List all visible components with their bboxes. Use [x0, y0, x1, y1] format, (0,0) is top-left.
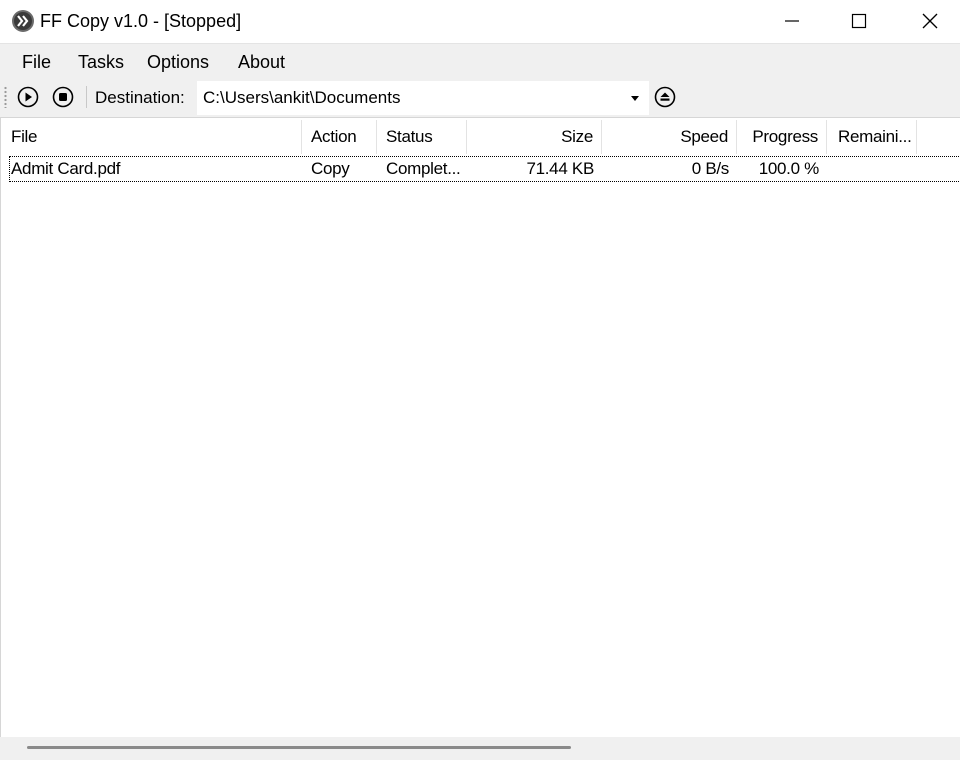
toolbar: Destination: [0, 79, 960, 117]
scrollbar-thumb[interactable] [27, 746, 571, 749]
maximize-icon [851, 13, 867, 29]
column-header-status[interactable]: Status [378, 118, 466, 156]
minimize-icon [785, 20, 799, 22]
eject-icon [654, 86, 676, 108]
column-header-size[interactable]: Size [467, 118, 601, 156]
cell-action: Copy [311, 159, 350, 178]
cell-progress: 100.0 % [758, 159, 820, 178]
cell-size: 71.44 KB [526, 159, 594, 178]
column-divider[interactable] [826, 120, 827, 154]
eject-button[interactable] [654, 86, 676, 108]
list-header: File Action Status Size Speed Progress R… [1, 118, 960, 156]
column-divider[interactable] [376, 120, 377, 154]
column-header-file[interactable]: File [3, 118, 301, 156]
window-title: FF Copy v1.0 - [Stopped] [40, 11, 242, 31]
dropdown-arrow-icon[interactable] [631, 96, 639, 101]
start-button[interactable] [17, 86, 39, 108]
maximize-button[interactable] [823, 0, 895, 42]
column-header-speed[interactable]: Speed [602, 118, 736, 156]
toolbar-grip[interactable] [4, 86, 7, 108]
destination-combobox[interactable] [197, 81, 649, 115]
menu-file[interactable]: File [21, 50, 52, 74]
column-divider[interactable] [916, 120, 917, 154]
destination-input[interactable] [203, 87, 623, 109]
stop-button[interactable] [52, 86, 74, 108]
minimize-button[interactable] [756, 0, 828, 42]
menu-options[interactable]: Options [146, 50, 210, 74]
cell-status: Complet... [386, 159, 461, 178]
close-button[interactable] [894, 0, 960, 42]
close-icon [922, 13, 938, 29]
file-list[interactable]: File Action Status Size Speed Progress R… [0, 117, 960, 737]
menu-tasks[interactable]: Tasks [77, 50, 125, 74]
destination-label: Destination: [95, 88, 185, 107]
ff-copy-logo-icon [12, 10, 34, 32]
toolbar-separator [86, 86, 87, 108]
column-divider[interactable] [301, 120, 302, 154]
column-header-remaining[interactable]: Remaini... [830, 118, 916, 156]
column-header-progress[interactable]: Progress [737, 118, 826, 156]
column-header-action[interactable]: Action [303, 118, 375, 156]
menu-about[interactable]: About [237, 50, 286, 74]
title-bar: FF Copy v1.0 - [Stopped] [0, 0, 960, 42]
cell-speed: 0 B/s [691, 159, 730, 178]
cell-file: Admit Card.pdf [11, 159, 121, 178]
stop-icon [52, 86, 74, 108]
table-row[interactable]: Admit Card.pdf Copy Complet... 71.44 KB … [9, 156, 960, 182]
play-icon [17, 86, 39, 108]
menu-bar: File Tasks Options About [0, 43, 960, 79]
